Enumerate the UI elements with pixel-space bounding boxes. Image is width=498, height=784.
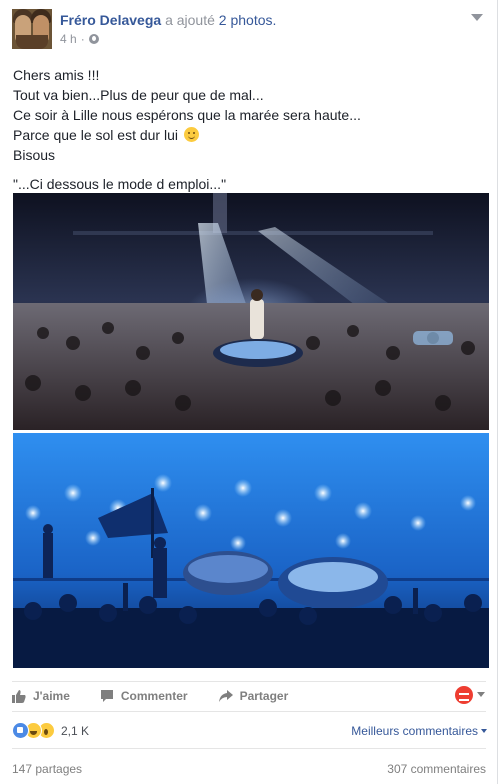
divider-bottom [12,748,486,749]
separator-dot: · [80,32,85,46]
post-header: Fréro Delavega a ajouté 2 photos. [60,12,276,28]
reader-dropdown-chevron-icon[interactable] [477,692,485,697]
comment-button[interactable]: Commenter [100,689,188,703]
post-line-1: Chers amis !!! [13,67,100,83]
concert-photo-1[interactable] [13,193,489,430]
globe-icon[interactable] [88,34,99,44]
share-button[interactable]: Partager [218,689,289,703]
shares-count-link[interactable]: 147 partages [12,762,82,776]
share-label: Partager [239,689,289,703]
comment-sort-dropdown[interactable]: Meilleurs commentaires [351,724,487,738]
smiley-emoji-icon [183,127,199,142]
like-button[interactable]: J'aime [12,689,70,703]
sort-chevron-icon [481,729,487,733]
author-name-link[interactable]: Fréro Delavega [60,12,161,28]
divider-middle [12,711,486,712]
share-arrow-icon [218,690,233,702]
thumbs-up-icon [12,690,26,703]
post-line-3: Ce soir à Lille nous espérons que la mar… [13,107,361,123]
post-body: Chers amis !!! Tout va bien...Plus de pe… [13,65,483,194]
divider-top [12,681,486,682]
post-card: Fréro Delavega a ajouté 2 photos. 4 h · … [0,0,498,784]
author-avatar[interactable] [12,9,52,49]
post-line-2: Tout va bien...Plus de peur que de mal..… [13,87,264,103]
post-meta: 4 h · [60,32,99,46]
post-line-4: Parce que le sol est dur lui [13,125,483,145]
reactions-summary[interactable]: 2,1 K [12,722,89,739]
like-label: J'aime [33,689,70,703]
reaction-count: 2,1 K [61,723,90,738]
post-line-5: Bisous [13,147,56,163]
comments-count-link[interactable]: 307 commentaires [387,762,486,776]
comment-label: Commenter [120,689,188,703]
post-quote: "...Ci dessous le mode d emploi..." [13,176,227,192]
concert-photo-2[interactable] [13,433,489,668]
comment-bubble-icon [100,690,113,702]
post-action-text: a ajouté [165,12,215,28]
reader-app-icon[interactable] [455,686,473,704]
like-reaction-icon [12,722,29,739]
comment-sort-label: Meilleurs commentaires [351,724,478,738]
post-options-chevron-icon[interactable] [471,14,483,21]
post-timestamp[interactable]: 4 h [60,32,77,46]
action-bar: J'aime Commenter Partager [12,684,318,708]
photo-count-link[interactable]: 2 photos. [219,12,277,28]
